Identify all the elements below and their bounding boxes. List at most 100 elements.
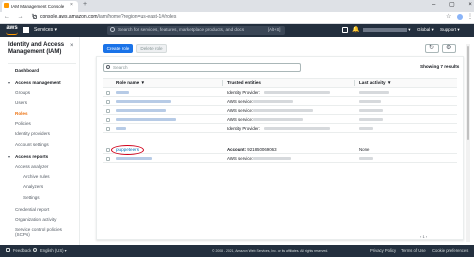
- sidebar-title[interactable]: Identity and Access Management (IAM): [8, 42, 68, 56]
- cloudshell-icon[interactable]: [342, 27, 348, 33]
- search-shortcut: [Alt+S]: [268, 27, 281, 32]
- row-checkbox[interactable]: [106, 127, 110, 131]
- sidebar-item-dashboard[interactable]: Dashboard: [15, 68, 39, 73]
- url-path: /iam/home?region=us-east-1#/roles: [97, 14, 177, 20]
- account-name-redacted: [363, 27, 407, 32]
- trusted-entity: AWS service:: [227, 108, 254, 113]
- sidebar: [0, 37, 80, 245]
- role-name-redacted[interactable]: [116, 100, 171, 104]
- role-name-redacted[interactable]: [116, 109, 166, 113]
- pagination[interactable]: ‹ 1 ›: [420, 234, 427, 239]
- sidebar-item-identity-providers[interactable]: Identity providers: [15, 131, 50, 136]
- aws-favicon-icon: [4, 3, 9, 8]
- refresh-icon: ↻: [429, 45, 435, 51]
- bookmark-star-icon[interactable]: ☆: [446, 13, 451, 20]
- trusted-entity-redacted: [253, 118, 303, 122]
- footer-copyright: © 2008 - 2021, Amazon Web Services, Inc.…: [212, 248, 329, 253]
- support-menu[interactable]: Support ▾: [440, 27, 460, 33]
- row-checkbox[interactable]: [106, 109, 110, 113]
- table-row[interactable]: [103, 145, 457, 155]
- sidebar-item-account-settings[interactable]: Account settings: [15, 142, 49, 147]
- trusted-entity-redacted: [253, 109, 313, 113]
- services-menu[interactable]: Services ▾: [34, 27, 57, 33]
- results-count: Showing 7 results: [420, 64, 460, 69]
- services-grid-icon[interactable]: [23, 27, 29, 33]
- row-checkbox[interactable]: [106, 100, 110, 104]
- sidebar-item-groups[interactable]: Groups: [15, 90, 30, 95]
- search-icon: [106, 65, 110, 69]
- footer-cookie-link[interactable]: Cookie preferences: [432, 248, 468, 253]
- bell-icon[interactable]: 🔔: [352, 26, 359, 33]
- role-name-redacted[interactable]: [116, 91, 129, 95]
- trusted-entity-value: 921850069063: [247, 147, 277, 152]
- chevron-down-icon[interactable]: ▾: [8, 154, 10, 159]
- footer-feedback-link[interactable]: Feedback: [13, 248, 31, 253]
- lock-icon[interactable]: [33, 15, 37, 19]
- sidebar-close-icon[interactable]: ×: [70, 43, 74, 49]
- role-name-redacted[interactable]: [116, 118, 176, 122]
- url-host: console.aws.amazon.com: [40, 14, 98, 20]
- profile-avatar[interactable]: [457, 14, 463, 20]
- trusted-entity-label: Account:: [227, 147, 247, 152]
- search-placeholder: Search for services, features, marketpla…: [118, 27, 245, 32]
- sidebar-item-roles[interactable]: Roles: [15, 111, 28, 116]
- browser-tab[interactable]: IAM Management Console: [2, 1, 78, 12]
- window-controls[interactable]: – ▢ ×: [432, 1, 474, 8]
- trusted-entity: AWS service:: [227, 117, 254, 122]
- table-header: [103, 78, 457, 88]
- account-caret: ▾: [408, 27, 411, 32]
- last-activity-redacted: [359, 118, 383, 122]
- create-role-button[interactable]: Create role: [103, 44, 133, 53]
- row-checkbox[interactable]: [106, 118, 110, 122]
- footer-privacy-link[interactable]: Privacy Policy: [370, 248, 396, 253]
- scrollbar-thumb[interactable]: [467, 46, 469, 140]
- tab-title: IAM Management Console: [11, 4, 65, 9]
- search-input[interactable]: [103, 63, 301, 72]
- row-checkbox[interactable]: [106, 148, 110, 152]
- row-checkbox[interactable]: [106, 91, 110, 95]
- trusted-entity: Identity Provider:: [227, 90, 260, 95]
- feedback-icon[interactable]: [6, 248, 10, 252]
- role-name-redacted[interactable]: [116, 157, 152, 161]
- last-activity: None: [359, 147, 370, 152]
- sidebar-item-organization-activity[interactable]: Organization activity: [15, 217, 56, 222]
- column-header-trusted-entities[interactable]: Trusted entities: [227, 80, 261, 85]
- tab-close-icon[interactable]: ×: [70, 2, 73, 8]
- role-name-redacted[interactable]: [116, 127, 126, 131]
- sidebar-item-scps[interactable]: Service control policies (SCPs): [15, 227, 73, 237]
- sidebar-divider: [8, 63, 76, 64]
- region-menu[interactable]: Global ▾: [417, 27, 434, 33]
- trusted-entity: AWS service:: [227, 99, 254, 104]
- row-checkbox[interactable]: [106, 157, 110, 161]
- new-tab-icon[interactable]: +: [83, 1, 87, 8]
- sidebar-item-archive-rules[interactable]: Archive rules: [23, 174, 50, 179]
- delete-role-button[interactable]: Delete role: [136, 44, 167, 53]
- sidebar-item-settings[interactable]: Settings: [23, 195, 40, 200]
- sidebar-item-users[interactable]: Users: [15, 100, 27, 105]
- browser-menu-icon[interactable]: ⋮: [467, 13, 473, 20]
- sidebar-section-access-reports[interactable]: Access reports: [15, 154, 48, 159]
- trusted-entity-redacted: [253, 157, 291, 161]
- footer-language-select[interactable]: English (US) ▾: [40, 248, 67, 253]
- sidebar-item-credential-report[interactable]: Credential report: [15, 207, 49, 212]
- gear-icon: ⚙: [446, 45, 452, 51]
- globe-icon[interactable]: [33, 248, 37, 252]
- last-activity-redacted: [359, 157, 373, 161]
- aws-logo-smile: [6, 32, 18, 35]
- last-activity-redacted: [359, 127, 373, 131]
- last-activity-redacted: [359, 100, 381, 104]
- sidebar-item-policies[interactable]: Policies: [15, 121, 31, 126]
- sidebar-item-analyzers[interactable]: Analyzers: [23, 184, 43, 189]
- trusted-entity-redacted: [253, 100, 293, 104]
- sidebar-section-access-management[interactable]: Access management: [15, 80, 61, 85]
- column-header-role-name[interactable]: Role name ▼: [116, 80, 145, 85]
- chevron-down-icon[interactable]: ▾: [8, 80, 10, 85]
- trusted-entity-redacted: [264, 127, 330, 131]
- url-text[interactable]: console.aws.amazon.com/iam/home?region=u…: [40, 14, 176, 20]
- sidebar-item-access-analyzer[interactable]: Access analyzer: [15, 164, 48, 169]
- last-activity-redacted: [359, 109, 383, 113]
- column-divider: [222, 80, 223, 86]
- footer-terms-link[interactable]: Terms of Use: [401, 248, 426, 253]
- account-menu[interactable]: ▾: [361, 27, 411, 33]
- column-header-last-activity[interactable]: Last activity ▼: [359, 80, 391, 85]
